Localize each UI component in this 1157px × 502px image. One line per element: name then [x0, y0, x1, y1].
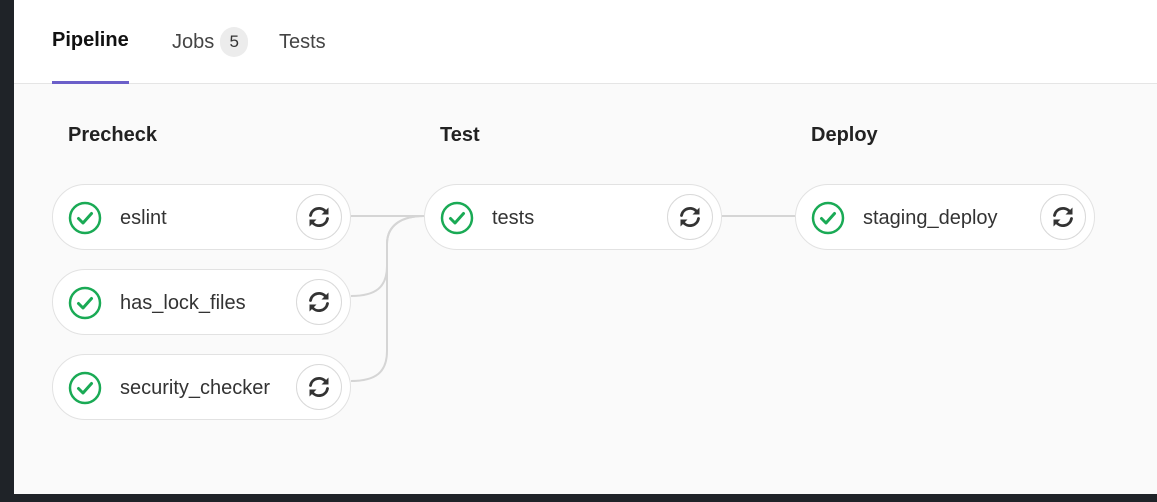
job-security-checker[interactable]: security_checker [52, 354, 351, 420]
job-eslint[interactable]: eslint [52, 184, 351, 250]
job-name: eslint [120, 207, 167, 229]
job-tests[interactable]: tests [424, 184, 722, 250]
pipeline-panel: Pipeline Jobs 5 Tests Precheck Test Depl… [14, 0, 1157, 494]
retry-icon[interactable] [296, 194, 342, 240]
check-circle-icon [68, 371, 102, 405]
job-name: security_checker [120, 377, 271, 399]
retry-icon[interactable] [667, 194, 713, 240]
connector-security-checker-tests [350, 215, 425, 382]
job-name: has_lock_files [120, 292, 246, 314]
job-has-lock-files[interactable]: has_lock_files [52, 269, 351, 335]
job-name: staging_deploy [863, 207, 998, 229]
check-circle-icon [440, 201, 474, 235]
job-name: tests [492, 207, 535, 229]
check-circle-icon [68, 201, 102, 235]
check-circle-icon [811, 201, 845, 235]
retry-icon[interactable] [296, 364, 342, 410]
retry-icon[interactable] [1040, 194, 1086, 240]
stage-title-test: Test [440, 124, 480, 146]
retry-icon[interactable] [296, 279, 342, 325]
job-staging-deploy[interactable]: staging_deploy [795, 184, 1095, 250]
check-circle-icon [68, 286, 102, 320]
stage-title-precheck: Precheck [68, 124, 157, 146]
stage-title-deploy: Deploy [811, 124, 878, 146]
